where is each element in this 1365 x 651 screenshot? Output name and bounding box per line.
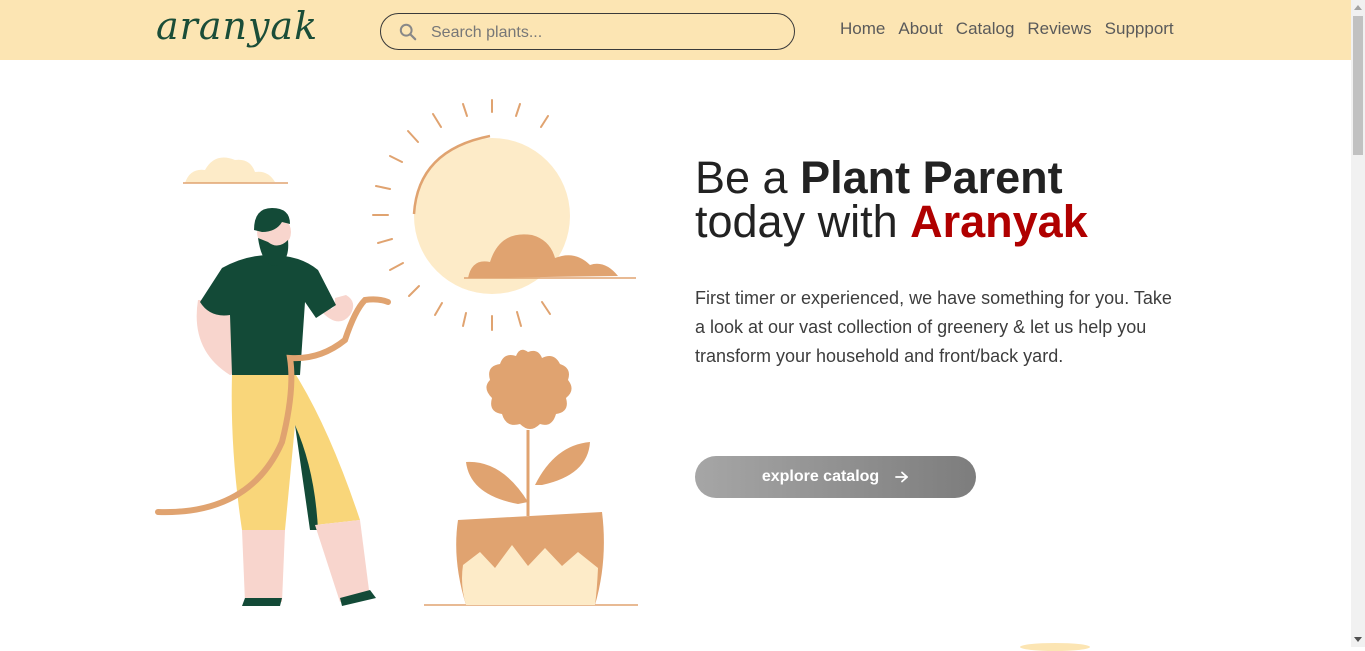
nav-support[interactable]: Suppport [1105, 19, 1174, 39]
nav-about[interactable]: About [898, 19, 942, 39]
nav-catalog[interactable]: Catalog [956, 19, 1015, 39]
plant-icon [466, 349, 590, 516]
nav-links: Home About Catalog Reviews Suppport [840, 19, 1187, 39]
cloud-left-icon [183, 157, 288, 184]
navbar: aranyak Home About Catalog Reviews Suppp… [0, 0, 1351, 60]
search-bar [380, 13, 795, 50]
search-icon [399, 23, 417, 41]
scrollbar[interactable] [1351, 0, 1365, 647]
nav-reviews[interactable]: Reviews [1027, 19, 1091, 39]
nav-home[interactable]: Home [840, 19, 885, 39]
hero-headline: Be a Plant Parent today with Aranyak [695, 155, 1255, 247]
hero-illustration [155, 99, 638, 606]
hero-description: First timer or experienced, we have some… [695, 288, 1172, 366]
next-section-shape [1020, 643, 1090, 651]
search-input[interactable] [429, 20, 773, 46]
headline-brand: Aranyak [910, 196, 1088, 247]
cta-label: explore catalog [761, 468, 880, 485]
scrollbar-thumb[interactable] [1353, 16, 1363, 155]
flower-pot [456, 512, 604, 605]
logo[interactable]: aranyak [156, 4, 318, 48]
explore-catalog-button[interactable]: explore catalog [695, 456, 976, 498]
headline-part2: today with [695, 196, 911, 247]
scroll-up-icon[interactable] [1354, 5, 1362, 10]
arrow-right-icon [895, 471, 909, 483]
scroll-down-icon[interactable] [1354, 637, 1362, 642]
